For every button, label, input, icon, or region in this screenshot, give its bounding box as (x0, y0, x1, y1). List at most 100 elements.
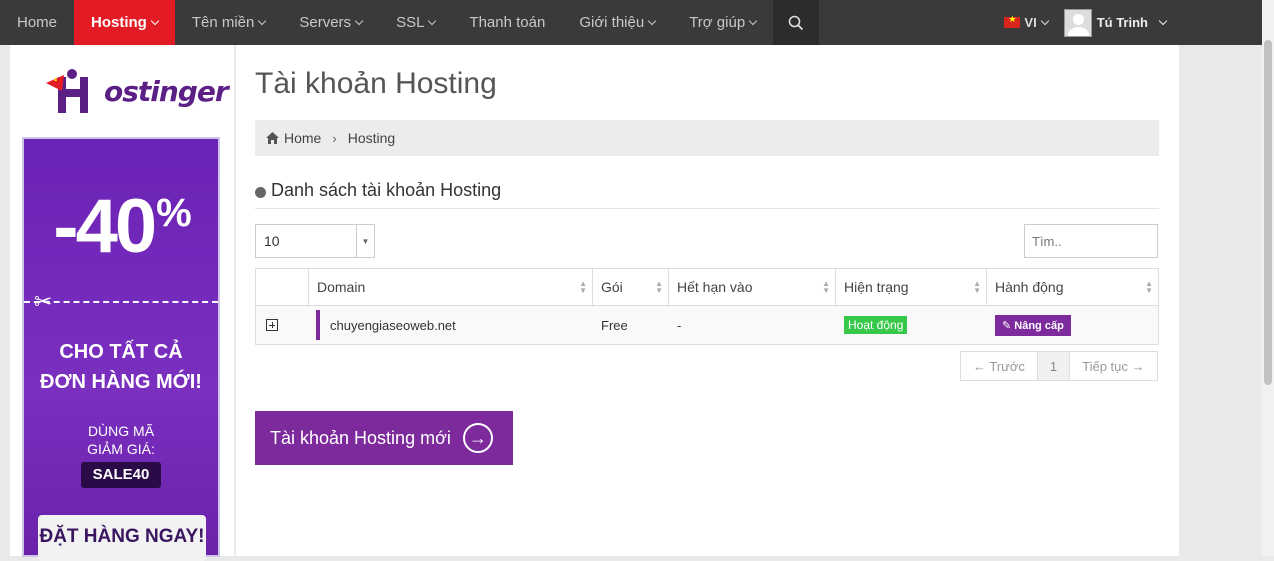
nav-about[interactable]: Giới thiệu (562, 0, 672, 45)
nav-ssl-label: SSL (396, 14, 425, 31)
avatar (1063, 8, 1092, 37)
sort-icon: ▲ ▼ (973, 279, 981, 295)
user-name: Tú Trinh (1096, 15, 1148, 30)
promo-discount: -40% (24, 183, 218, 270)
vietnam-flag-icon (1004, 14, 1021, 28)
nav-billing-label: Thanh toán (469, 14, 546, 31)
nav-servers[interactable]: Servers (282, 0, 379, 45)
pagination-page[interactable]: 1 (1037, 352, 1071, 380)
page-length-select[interactable]: 10 ▼ (255, 224, 375, 258)
chevron-down-icon (428, 16, 437, 25)
domain-name[interactable]: chuyengiaseoweb.net (330, 318, 456, 333)
table-header-status[interactable]: Hiện trạng ▲ ▼ (836, 269, 987, 306)
logo-text: ostinger (104, 75, 229, 108)
table-header-row: Domain ▲ ▼ Gói ▲ ▼ Hết hạn vào ▲ ▼ Hiện trạng ▲… (256, 269, 1158, 306)
nav-home[interactable]: Home (0, 0, 74, 45)
table-header-expand (256, 269, 309, 306)
nav-billing[interactable]: Thanh toán (452, 0, 562, 45)
nav-search-button[interactable] (773, 0, 820, 45)
column-label: Hết hạn vào (677, 279, 753, 295)
column-label: Gói (601, 279, 623, 295)
expires-cell: - (669, 306, 836, 344)
sort-icon: ▲ ▼ (1145, 279, 1153, 295)
promo-line2: ĐƠN HÀNG MỚI! (40, 371, 202, 393)
table-header-action[interactable]: Hành động ▲ ▼ (987, 269, 1158, 306)
nav-servers-label: Servers (299, 14, 352, 31)
nav-hosting[interactable]: Hosting (74, 0, 175, 45)
promo-use-code-line1: DÙNG MÃ (87, 423, 155, 439)
column-label: Domain (317, 279, 366, 295)
breadcrumb-home[interactable]: Home (284, 130, 321, 146)
globe-icon (255, 187, 266, 198)
chevron-down-icon (748, 16, 758, 25)
sort-icon: ▲ ▼ (822, 279, 830, 295)
caret-down-icon: ▼ (356, 225, 374, 257)
page-length-value: 10 (264, 233, 280, 249)
logo-h-icon (46, 69, 88, 113)
column-label: Hành động (995, 279, 1064, 295)
new-hosting-account-button[interactable]: Tài khoản Hosting mới → (255, 411, 513, 465)
sidebar: ostinger -40% ✂ CHO TẤT CẢ ĐƠN HÀNG MỚI!… (10, 45, 234, 561)
pagination: ← Trước 1 Tiếp tục → (960, 351, 1158, 381)
search-icon (788, 15, 804, 30)
promo-use-code-line2: GIẢM GIÁ: (87, 441, 155, 457)
promo-order-button[interactable]: ĐẶT HÀNG NGAY! (38, 515, 206, 561)
nav-help-label: Trợ giúp (689, 14, 746, 31)
chevron-down-icon (354, 16, 364, 25)
chevron-down-icon (1158, 16, 1168, 25)
promo-line1: CHO TẤT CẢ (59, 341, 183, 363)
breadcrumb-current: Hosting (347, 130, 396, 146)
main-content: Tài khoản Hosting Home › Hosting Danh sá… (236, 45, 1179, 556)
domain-marker (316, 310, 320, 340)
nav-home-label: Home (17, 14, 58, 31)
page-scrollbar[interactable] (1262, 0, 1274, 556)
arrow-right-circle-icon: → (462, 423, 493, 453)
upgrade-label: Nâng cấp (1014, 319, 1064, 332)
promo-banner[interactable]: -40% ✂ CHO TẤT CẢ ĐƠN HÀNG MỚI! DÙNG MÃ G… (22, 137, 220, 561)
pagination-prev[interactable]: ← Trước (961, 352, 1038, 380)
table-row: chuyengiaseoweb.net Free - Hoạt động ✎ N… (256, 306, 1158, 344)
breadcrumb: Home › Hosting (255, 120, 1159, 156)
hosting-table: Domain ▲ ▼ Gói ▲ ▼ Hết hạn vào ▲ ▼ Hiện trạng ▲… (255, 268, 1159, 345)
edit-icon: ✎ (1002, 319, 1015, 332)
page-title: Tài khoản Hosting (255, 67, 497, 100)
pagination-next[interactable]: Tiếp tục → (1070, 352, 1156, 380)
promo-percent: % (156, 191, 192, 235)
nav-help[interactable]: Trợ giúp (672, 0, 773, 45)
new-hosting-account-label: Tài khoản Hosting mới (270, 427, 451, 448)
search-input[interactable] (1024, 224, 1158, 258)
scissors-icon: ✂ (34, 289, 53, 314)
domain-cell: chuyengiaseoweb.net (309, 306, 593, 344)
upgrade-button[interactable]: ✎ Nâng cấp (995, 314, 1071, 336)
home-icon (266, 132, 279, 144)
nav-about-label: Giới thiệu (579, 14, 645, 31)
table-header-plan[interactable]: Gói ▲ ▼ (593, 269, 669, 306)
row-expand-cell (256, 306, 309, 344)
promo-divider (24, 301, 218, 303)
chevron-down-icon (258, 16, 267, 25)
table-header-expires[interactable]: Hết hạn vào ▲ ▼ (669, 269, 836, 306)
action-cell: ✎ Nâng cấp (987, 306, 1158, 344)
top-navigation: Home Hosting Tên miền Servers SSL Thanh … (0, 0, 1262, 45)
plan-cell: Free (593, 306, 669, 344)
nav-domains-label: Tên miền (191, 14, 255, 31)
nav-ssl[interactable]: SSL (379, 0, 452, 45)
status-cell: Hoạt động (836, 306, 987, 344)
language-selector[interactable]: VI (1004, 14, 1049, 30)
hostinger-logo[interactable]: ostinger (44, 69, 229, 117)
column-label: Hiện trạng (844, 279, 909, 295)
sort-icon: ▲ ▼ (579, 279, 587, 295)
chevron-down-icon (150, 16, 160, 25)
promo-code: SALE40 (81, 462, 161, 488)
nav-domains[interactable]: Tên miền (175, 0, 283, 45)
chevron-down-icon (1040, 16, 1049, 25)
section-title-text: Danh sách tài khoản Hosting (271, 180, 502, 200)
status-badge: Hoạt động (844, 316, 908, 334)
promo-use-code: DÙNG MÃ GIẢM GIÁ: (24, 422, 218, 458)
scrollbar-thumb[interactable] (1264, 40, 1272, 385)
chevron-down-icon (647, 16, 657, 25)
expand-plus-icon[interactable] (266, 319, 278, 331)
table-header-domain[interactable]: Domain ▲ ▼ (309, 269, 593, 306)
nav-right-area: VI Tú Trinh (1004, 0, 1262, 45)
user-menu[interactable]: Tú Trinh (1063, 0, 1262, 45)
